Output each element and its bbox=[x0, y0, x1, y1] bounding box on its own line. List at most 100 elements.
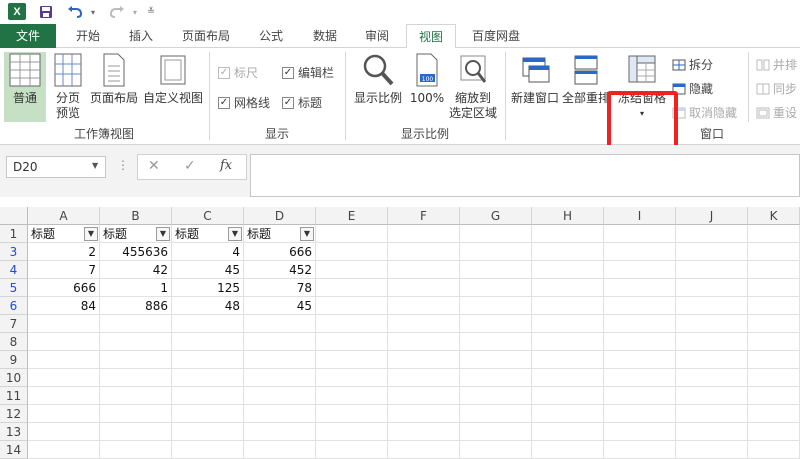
empty-cell[interactable] bbox=[604, 297, 676, 315]
row-header[interactable]: 10 bbox=[0, 369, 28, 387]
row-header[interactable]: 11 bbox=[0, 387, 28, 405]
empty-cell[interactable] bbox=[748, 225, 800, 243]
column-header[interactable]: G bbox=[460, 207, 532, 225]
filter-dropdown-icon[interactable]: ▼ bbox=[156, 227, 170, 241]
empty-cell[interactable] bbox=[28, 387, 100, 405]
formula-input[interactable] bbox=[250, 154, 800, 197]
empty-cell[interactable] bbox=[316, 387, 388, 405]
empty-cell[interactable] bbox=[28, 423, 100, 441]
empty-cell[interactable] bbox=[388, 297, 460, 315]
empty-cell[interactable] bbox=[28, 441, 100, 459]
empty-cell[interactable] bbox=[28, 369, 100, 387]
empty-cell[interactable] bbox=[532, 423, 604, 441]
empty-cell[interactable] bbox=[172, 333, 244, 351]
table-cell[interactable]: 666 bbox=[244, 243, 316, 261]
empty-cell[interactable] bbox=[604, 351, 676, 369]
row-header[interactable]: 6 bbox=[0, 297, 28, 315]
page-break-preview-button[interactable]: 分页 预览 bbox=[50, 52, 86, 121]
empty-cell[interactable] bbox=[316, 297, 388, 315]
column-header[interactable]: E bbox=[316, 207, 388, 225]
empty-cell[interactable] bbox=[388, 387, 460, 405]
empty-cell[interactable] bbox=[316, 279, 388, 297]
empty-cell[interactable] bbox=[316, 333, 388, 351]
empty-cell[interactable] bbox=[388, 315, 460, 333]
new-window-button[interactable]: 新建窗口 bbox=[508, 52, 562, 106]
customize-icon[interactable]: ≚ bbox=[144, 2, 158, 22]
empty-cell[interactable] bbox=[172, 351, 244, 369]
row-header[interactable]: 14 bbox=[0, 441, 28, 459]
empty-cell[interactable] bbox=[28, 405, 100, 423]
empty-cell[interactable] bbox=[604, 369, 676, 387]
empty-cell[interactable] bbox=[532, 261, 604, 279]
enter-icon[interactable]: ✓ bbox=[184, 158, 196, 174]
select-all-corner[interactable] bbox=[0, 207, 28, 225]
view-side-by-side-button[interactable]: 并排 bbox=[756, 56, 797, 73]
empty-cell[interactable] bbox=[316, 225, 388, 243]
table-cell[interactable]: 78 bbox=[244, 279, 316, 297]
empty-cell[interactable] bbox=[460, 387, 532, 405]
empty-cell[interactable] bbox=[388, 261, 460, 279]
row-header[interactable]: 13 bbox=[0, 423, 28, 441]
empty-cell[interactable] bbox=[604, 279, 676, 297]
filter-active-icon[interactable]: ▼ bbox=[84, 227, 98, 241]
empty-cell[interactable] bbox=[460, 441, 532, 459]
empty-cell[interactable] bbox=[532, 351, 604, 369]
filter-dropdown-icon[interactable]: ▼ bbox=[300, 227, 314, 241]
empty-cell[interactable] bbox=[604, 225, 676, 243]
empty-cell[interactable] bbox=[748, 423, 800, 441]
empty-cell[interactable] bbox=[388, 369, 460, 387]
empty-cell[interactable] bbox=[676, 297, 748, 315]
tab-review[interactable]: 审阅 bbox=[352, 24, 402, 48]
formula-bar-checkbox[interactable]: ✓ 编辑栏 bbox=[282, 64, 334, 81]
spreadsheet-grid[interactable]: A B C D E F G H I J K 1 3 4 5 6 7 8 9 10… bbox=[0, 207, 800, 459]
empty-cell[interactable] bbox=[316, 369, 388, 387]
empty-cell[interactable] bbox=[244, 351, 316, 369]
empty-cell[interactable] bbox=[100, 387, 172, 405]
empty-cell[interactable] bbox=[532, 441, 604, 459]
table-cell[interactable]: 125 bbox=[172, 279, 244, 297]
empty-cell[interactable] bbox=[460, 279, 532, 297]
table-cell[interactable]: 886 bbox=[100, 297, 172, 315]
empty-cell[interactable] bbox=[604, 315, 676, 333]
empty-cell[interactable] bbox=[676, 315, 748, 333]
row-header[interactable]: 5 bbox=[0, 279, 28, 297]
empty-cell[interactable] bbox=[172, 441, 244, 459]
empty-cell[interactable] bbox=[748, 297, 800, 315]
empty-cell[interactable] bbox=[460, 405, 532, 423]
row-header[interactable]: 1 bbox=[0, 225, 28, 243]
undo-dropdown-icon[interactable]: ▾ bbox=[88, 2, 98, 22]
empty-cell[interactable] bbox=[676, 225, 748, 243]
empty-cell[interactable] bbox=[532, 243, 604, 261]
empty-cell[interactable] bbox=[172, 405, 244, 423]
empty-cell[interactable] bbox=[676, 243, 748, 261]
empty-cell[interactable] bbox=[460, 261, 532, 279]
empty-cell[interactable] bbox=[388, 279, 460, 297]
normal-view-button[interactable]: 普通 bbox=[4, 52, 46, 122]
empty-cell[interactable] bbox=[676, 405, 748, 423]
empty-cell[interactable] bbox=[460, 243, 532, 261]
empty-cell[interactable] bbox=[388, 225, 460, 243]
name-box[interactable]: D20 bbox=[6, 156, 106, 178]
column-header[interactable]: I bbox=[604, 207, 676, 225]
empty-cell[interactable] bbox=[172, 315, 244, 333]
empty-cell[interactable] bbox=[316, 261, 388, 279]
empty-cell[interactable] bbox=[172, 387, 244, 405]
tab-home[interactable]: 开始 bbox=[62, 24, 114, 48]
empty-cell[interactable] bbox=[244, 423, 316, 441]
tab-baidu-netdisk[interactable]: 百度网盘 bbox=[460, 24, 532, 48]
empty-cell[interactable] bbox=[604, 441, 676, 459]
table-cell[interactable]: 666 bbox=[28, 279, 100, 297]
column-header[interactable]: H bbox=[532, 207, 604, 225]
empty-cell[interactable] bbox=[244, 333, 316, 351]
empty-cell[interactable] bbox=[532, 225, 604, 243]
column-header[interactable]: D bbox=[244, 207, 316, 225]
tab-page-layout[interactable]: 页面布局 bbox=[170, 24, 242, 48]
empty-cell[interactable] bbox=[460, 369, 532, 387]
empty-cell[interactable] bbox=[604, 333, 676, 351]
empty-cell[interactable] bbox=[604, 387, 676, 405]
row-header[interactable]: 3 bbox=[0, 243, 28, 261]
table-cell[interactable]: 455636 bbox=[100, 243, 172, 261]
empty-cell[interactable] bbox=[244, 369, 316, 387]
column-header[interactable]: A bbox=[28, 207, 100, 225]
empty-cell[interactable] bbox=[244, 315, 316, 333]
